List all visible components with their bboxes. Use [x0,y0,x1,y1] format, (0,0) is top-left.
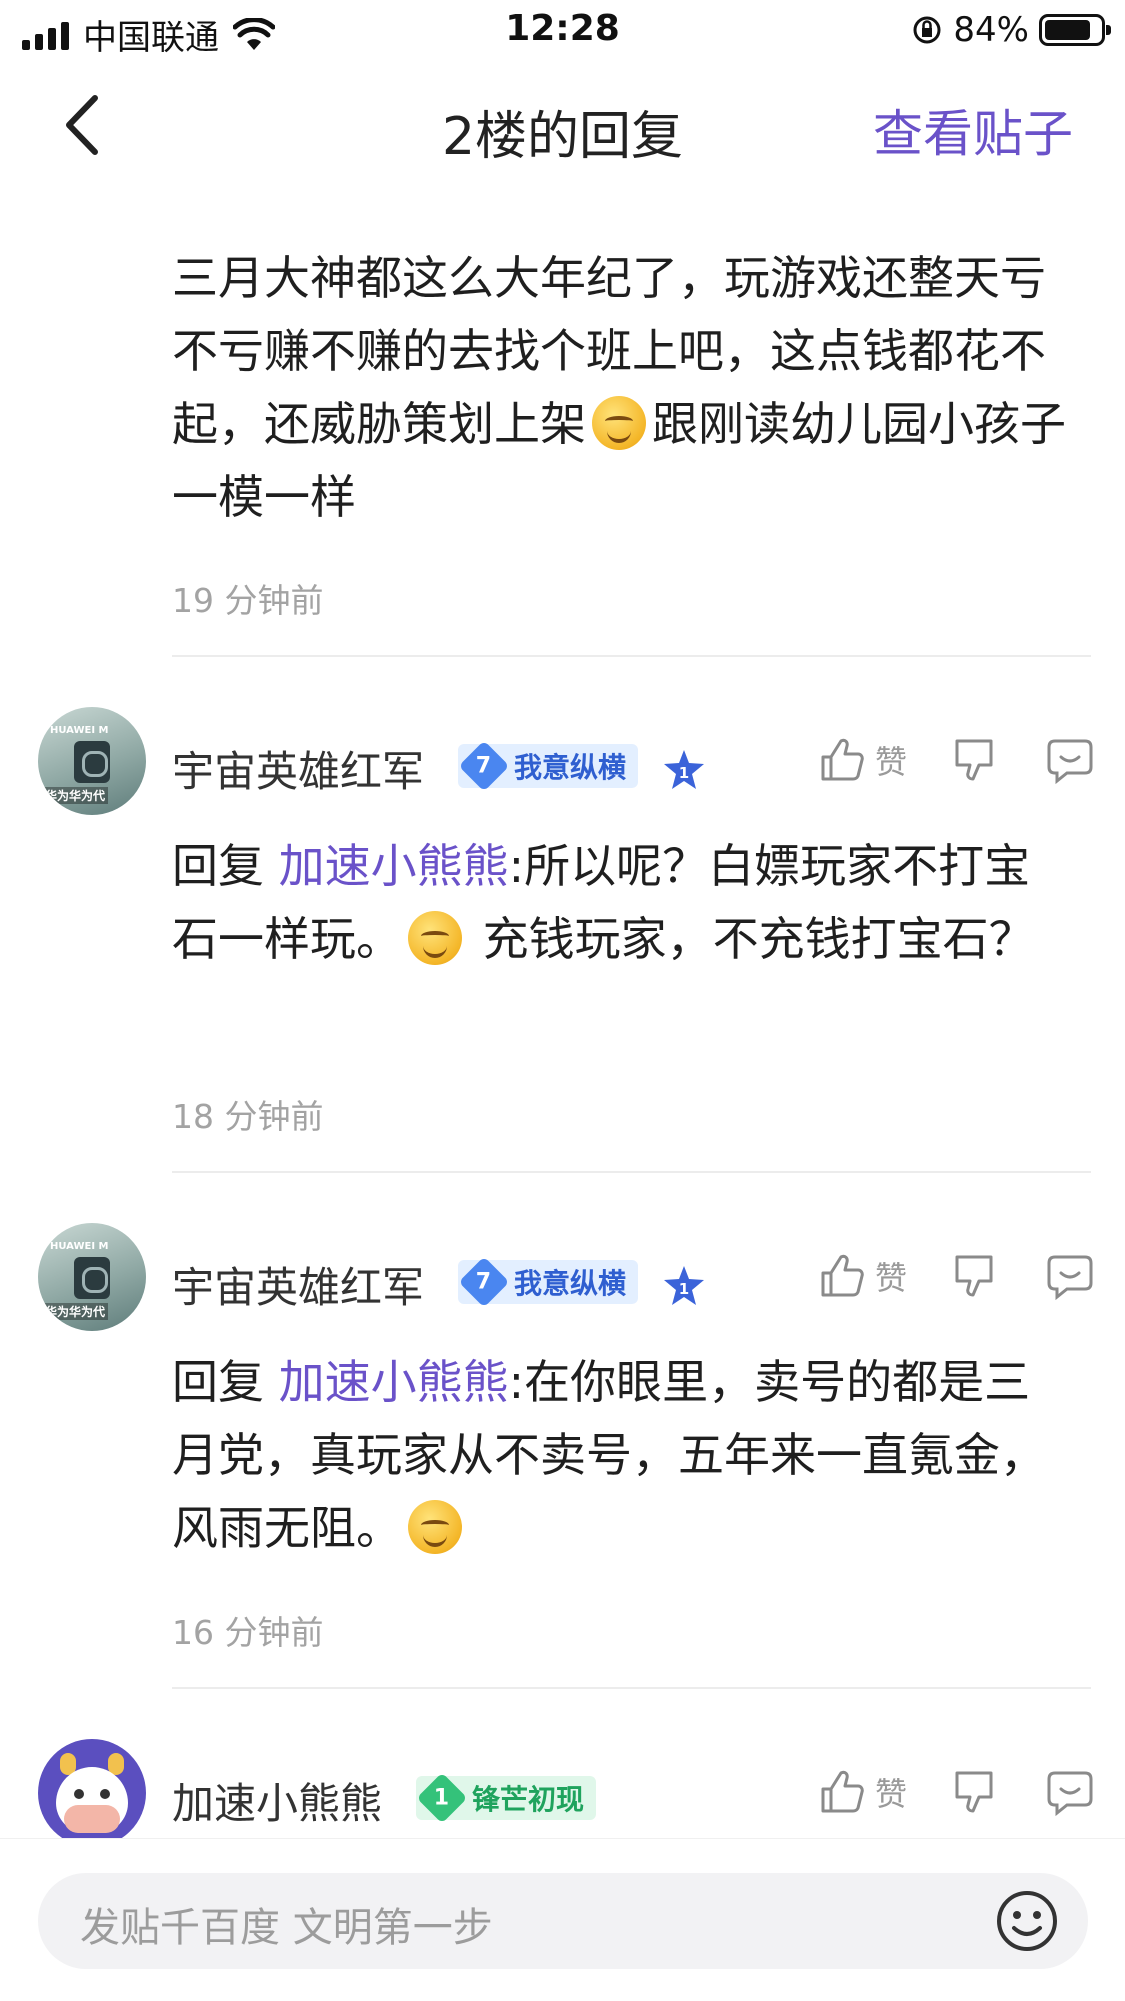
like-button[interactable]: 赞 [817,1251,949,1301]
dislike-button[interactable] [949,1251,999,1301]
reply-timestamp: 18 分钟前 [172,1097,324,1136]
like-button[interactable]: 赞 [817,735,949,785]
level-badge-label: 我意纵横 [514,751,627,784]
thumbs-up-icon [821,1770,864,1813]
reply-timestamp: 19 分钟前 [172,581,324,620]
comment-button[interactable] [1045,1767,1095,1817]
comment-button[interactable] [1045,735,1095,785]
member-star-icon: 1 [664,750,704,789]
battery-icon [1039,14,1111,46]
thumbs-up-icon [821,738,864,781]
emoji-picker-icon[interactable] [994,1888,1060,1954]
like-label: 赞 [874,743,907,781]
dislike-button[interactable] [949,1767,999,1817]
chat-bubble-icon [1047,739,1093,785]
like-label: 赞 [874,1259,907,1297]
divider [172,1171,1091,1173]
divider [172,1687,1091,1689]
chat-bubble-icon [1047,1771,1093,1817]
reply-content: 三月大神都这么大年纪了，玩游戏还整天亏不亏赚不赚的去找个班上吧，这点钱都花不起，… [172,251,1066,524]
avatar[interactable] [38,1739,146,1847]
thumbs-up-icon [821,1254,864,1297]
emoji-icon [408,911,462,965]
level-badge-label: 我意纵横 [514,1267,627,1300]
nav-bar: 2楼的回复 查看贴子 [0,62,1125,190]
thumbs-down-icon [955,1771,993,1813]
level-badge: 1 锋芒初现 [416,1772,597,1824]
like-button[interactable]: 赞 [817,1767,949,1817]
username[interactable]: 宇宙英雄红军 [172,738,424,799]
reply-timestamp: 16 分钟前 [172,1613,324,1652]
dislike-button[interactable] [949,735,999,785]
level-badge: 7 我意纵横 [458,740,639,792]
status-bar: 中国联通 12:28 84% [0,0,1125,62]
level-badge: 7 我意纵横 [458,1256,639,1308]
level-badge-label: 锋芒初现 [472,1783,585,1816]
mention-link[interactable]: 加速小熊熊 [279,839,509,893]
comment-button[interactable] [1045,1251,1095,1301]
reply-content: 回复 加速小熊熊:所以呢？白嫖玩家不打宝石一样玩。 充钱玩家，不充钱打宝石？ [172,839,1035,966]
thumbs-down-icon [955,1255,993,1297]
username[interactable]: 宇宙英雄红军 [172,1254,424,1315]
composer-bar: 发贴千百度 文明第一步 [0,1838,1125,2001]
battery-percentage: 84% [953,10,1029,50]
member-star-icon: 1 [664,1266,704,1305]
avatar[interactable]: HUAWEI M 华为华为代 [38,707,146,815]
divider [172,655,1091,657]
username[interactable]: 加速小熊熊 [172,1770,382,1831]
emoji-icon [592,396,646,450]
thumbs-down-icon [955,739,993,781]
reply-content: 回复 加速小熊熊:在你眼里，卖号的都是三月党，真玩家从不卖号，五年来一直氪金，风… [172,1355,1046,1555]
emoji-icon [408,1500,462,1554]
svg-text:1: 1 [679,764,689,782]
like-label: 赞 [874,1775,907,1813]
reply-input[interactable]: 发贴千百度 文明第一步 [38,1873,1088,1969]
chat-bubble-icon [1047,1255,1093,1301]
avatar[interactable]: HUAWEI M 华为华为代 [38,1223,146,1331]
svg-text:1: 1 [679,1280,689,1298]
view-post-link[interactable]: 查看贴子 [873,94,1073,166]
orientation-lock-icon [913,16,941,44]
mention-link[interactable]: 加速小熊熊 [279,1355,509,1409]
reply-input-placeholder: 发贴千百度 文明第一步 [80,1905,493,1951]
